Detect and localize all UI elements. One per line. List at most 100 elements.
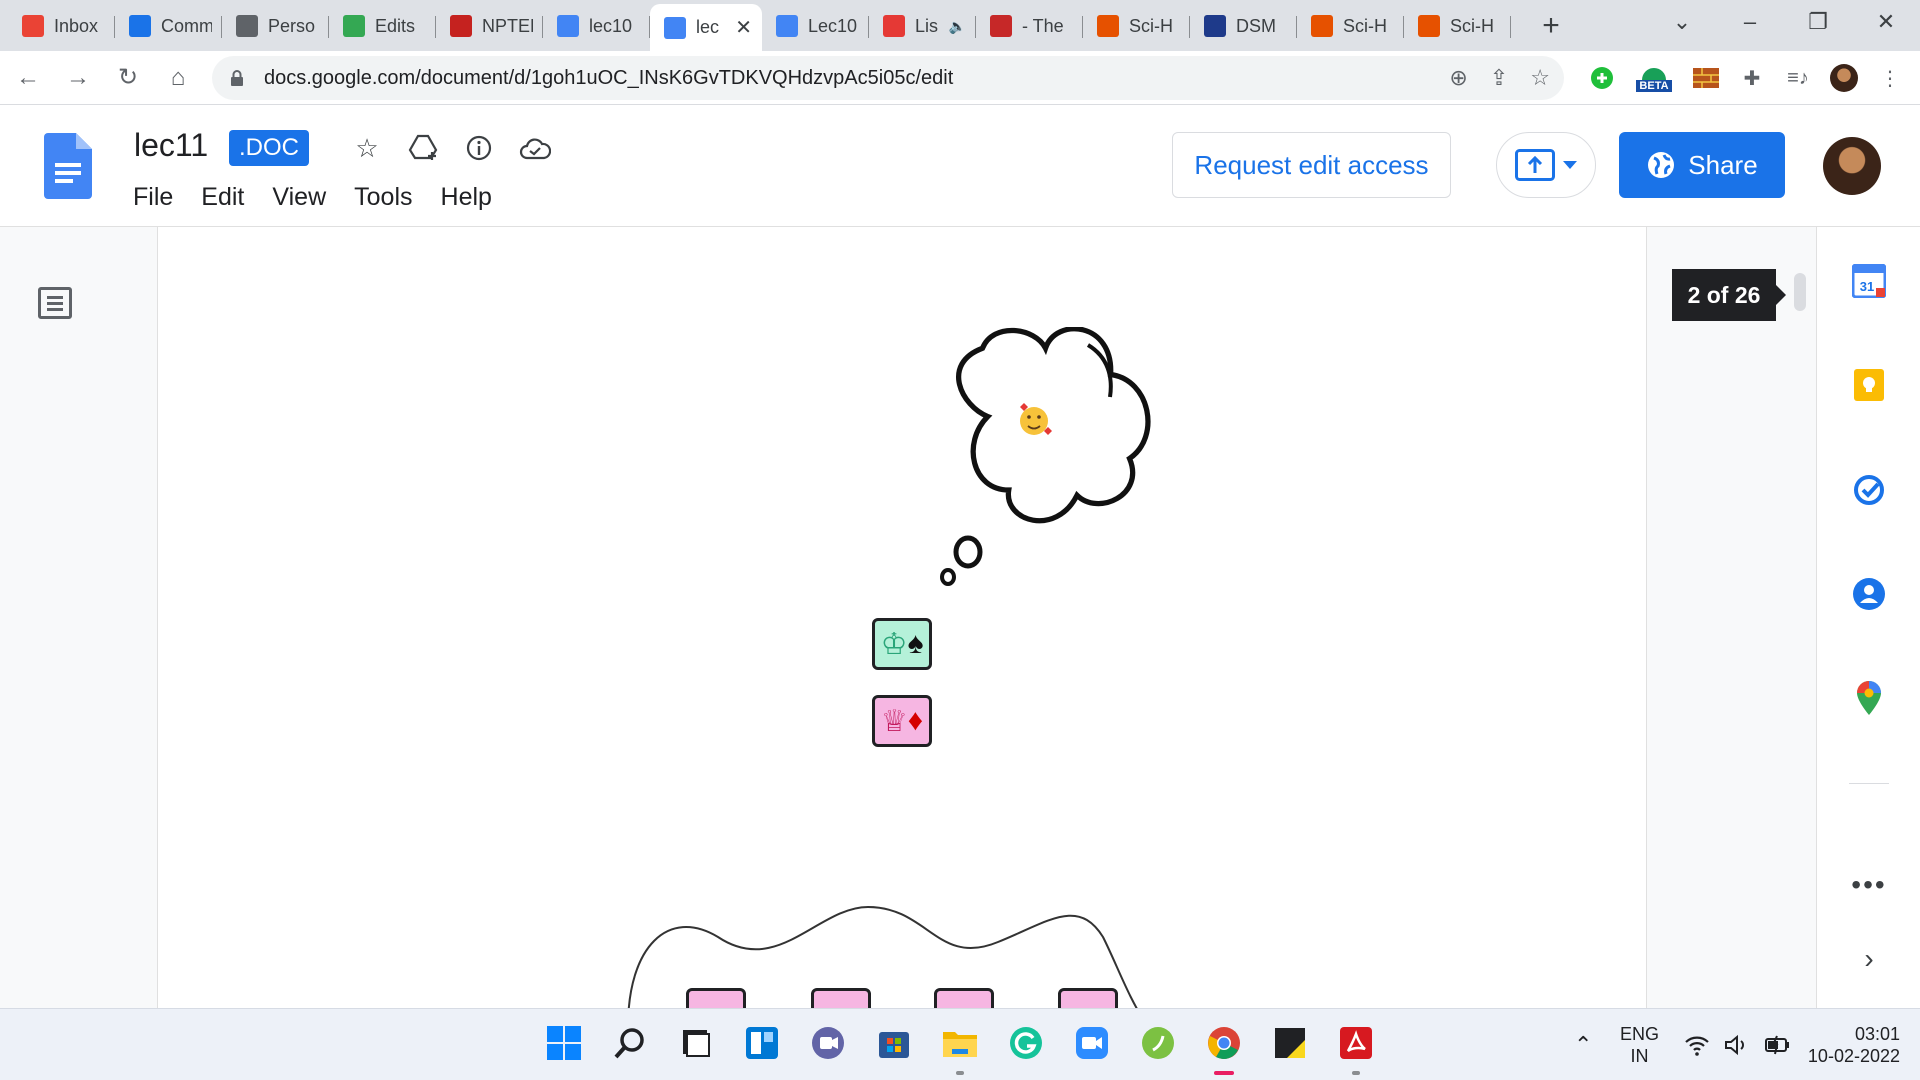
show-hidden-icons-icon[interactable]: ⌃ [1574, 1009, 1592, 1080]
acrobat-reader-icon[interactable] [1336, 1023, 1376, 1063]
browser-tab[interactable]: lec10 [543, 4, 650, 48]
audio-playing-icon[interactable]: 🔈 [949, 18, 966, 35]
document-page[interactable]: ♔ ♠ ♕ ♦ [157, 227, 1647, 1008]
close-tab-icon[interactable]: ✕ [735, 15, 752, 40]
menu-help[interactable]: Help [441, 183, 492, 212]
task-view-icon[interactable] [676, 1023, 716, 1063]
new-tab-button[interactable]: + [1531, 9, 1571, 43]
calendar-icon[interactable]: 31 [1851, 263, 1887, 299]
side-panel: 31 ••• › [1816, 227, 1920, 1008]
bookmark-star-icon[interactable]: ☆ [1530, 65, 1550, 91]
widgets-icon[interactable] [742, 1023, 782, 1063]
browser-tab[interactable]: Edits [329, 4, 436, 48]
menu-edit[interactable]: Edit [201, 183, 244, 212]
share-page-icon[interactable]: ⇪ [1490, 65, 1508, 91]
address-bar[interactable]: docs.google.com/document/d/1goh1uOC_INsK… [212, 56, 1564, 100]
browser-tab[interactable]: Lec10 [762, 4, 869, 48]
side-panel-divider [1849, 783, 1889, 784]
back-button[interactable]: ← [6, 56, 50, 100]
home-icon: ⌂ [170, 63, 186, 91]
tab-title: lec [696, 17, 720, 37]
browser-tab[interactable]: DSM [1190, 4, 1297, 48]
puzzle-icon[interactable]: ✚ [1738, 64, 1766, 92]
home-button[interactable]: ⌂ [156, 56, 200, 100]
browser-tab-strip: Inbox Comm Perso Edits NPTEL lec10 lec ✕ Lec10 Li… [0, 0, 1920, 51]
chevron-right-icon[interactable]: › [1851, 941, 1887, 977]
more-icon[interactable]: ••• [1851, 867, 1887, 903]
windows-start-icon[interactable] [544, 1023, 584, 1063]
language-indicator[interactable]: ENG IN [1620, 1009, 1659, 1080]
maps-icon[interactable] [1851, 680, 1887, 716]
star-icon[interactable]: ☆ [350, 131, 384, 165]
extension-brick-icon[interactable] [1692, 64, 1720, 92]
browser-tab[interactable]: Sci-H [1083, 4, 1190, 48]
browser-menu-icon[interactable]: ⋮ [1876, 64, 1904, 92]
queen-diamonds-card: ♕ ♦ [872, 695, 932, 747]
browser-tab[interactable]: Sci-H [1404, 4, 1511, 48]
browser-tab[interactable]: Lis 🔈 [869, 4, 976, 48]
tab-title: Lis [915, 15, 939, 36]
menu-view[interactable]: View [272, 183, 326, 212]
clock[interactable]: 03:01 10-02-2022 [1796, 1009, 1900, 1080]
tab-search-icon[interactable]: ⌄ [1648, 0, 1716, 44]
card-thumbnail-4 [1058, 988, 1118, 1008]
media-control-icon[interactable]: ≡♪ [1784, 64, 1812, 92]
card-thumbnail-2 [811, 988, 871, 1008]
arrow-right-icon: → [66, 63, 90, 91]
tab-title: Sci-H [1129, 15, 1173, 36]
extension-green-icon[interactable] [1588, 64, 1616, 92]
restore-button[interactable]: ❐ [1784, 0, 1852, 44]
browser-tab[interactable]: Sci-H [1297, 4, 1404, 48]
scihub-icon [1097, 15, 1119, 37]
wifi-icon [1685, 1036, 1709, 1056]
share-button[interactable]: Share [1619, 132, 1785, 198]
search-icon[interactable] [610, 1023, 650, 1063]
forward-button[interactable]: → [56, 56, 100, 100]
tasks-icon[interactable] [1851, 472, 1887, 508]
evernote-app-icon[interactable] [1138, 1023, 1178, 1063]
close-window-button[interactable]: ✕ [1852, 0, 1920, 44]
card-thumbnail-1 [686, 988, 746, 1008]
teams-chat-icon[interactable] [808, 1023, 848, 1063]
add-to-drive-icon[interactable] [406, 131, 440, 165]
account-avatar[interactable] [1823, 137, 1881, 195]
browser-tab[interactable]: - The [976, 4, 1083, 48]
google-docs-logo-icon[interactable] [44, 133, 92, 199]
system-tray-icons[interactable] [1684, 1009, 1792, 1080]
extension-beta-icon[interactable]: BETA [1634, 64, 1674, 92]
document-title[interactable]: lec11 [134, 127, 208, 164]
cloud-saved-icon[interactable] [518, 131, 552, 165]
browser-tab[interactable]: Perso [222, 4, 329, 48]
request-edit-access-button[interactable]: Request edit access [1172, 132, 1451, 198]
document-outline-icon[interactable] [38, 287, 72, 319]
profile-avatar[interactable] [1830, 64, 1858, 92]
zoom-icon[interactable]: ⊕ [1449, 65, 1467, 91]
grammarly-icon[interactable] [1006, 1023, 1046, 1063]
zoom-app-icon[interactable] [1072, 1023, 1112, 1063]
info-icon[interactable] [462, 131, 496, 165]
menu-tools[interactable]: Tools [354, 183, 412, 212]
menu-file[interactable]: File [133, 183, 173, 212]
tab-title: NPTEL [482, 15, 533, 36]
microsoft-store-icon[interactable] [874, 1023, 914, 1063]
browser-tab[interactable]: Inbox [8, 4, 115, 48]
keep-icon[interactable] [1851, 367, 1887, 403]
browser-tab[interactable]: lec ✕ [650, 4, 762, 51]
docs-icon [664, 16, 686, 39]
browser-tab[interactable]: Comm [115, 4, 222, 48]
tab-title: - The [1022, 15, 1064, 36]
chrome-icon[interactable] [1204, 1023, 1244, 1063]
present-button[interactable] [1496, 132, 1596, 198]
minimize-button[interactable]: – [1716, 0, 1784, 44]
nptel-icon [450, 15, 472, 37]
scrollbar-thumb[interactable] [1794, 273, 1806, 311]
contacts-icon[interactable] [1851, 576, 1887, 612]
sticky-notes-icon[interactable] [1270, 1023, 1310, 1063]
reload-button[interactable]: ↻ [106, 56, 150, 100]
spade-icon: ♠ [907, 627, 924, 660]
lock-icon [231, 70, 243, 86]
browser-tab[interactable]: NPTEL [436, 4, 543, 48]
a-icon [990, 15, 1012, 37]
file-explorer-icon[interactable] [940, 1023, 980, 1063]
wavy-line-drawing [627, 905, 1138, 1008]
